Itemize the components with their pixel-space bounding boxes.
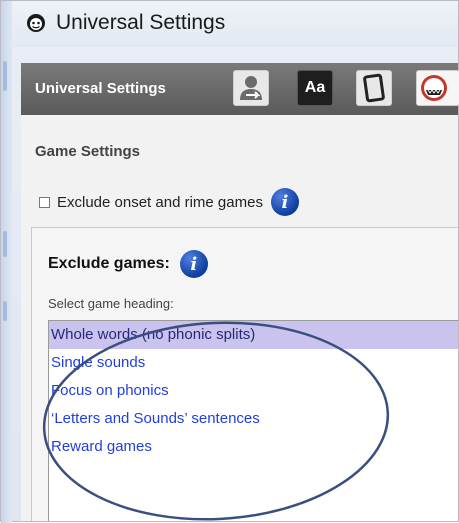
- select-game-heading-label: Select game heading:: [48, 296, 174, 311]
- tab-user-switch[interactable]: [233, 70, 269, 106]
- tab-font[interactable]: Aa: [297, 70, 333, 106]
- info-icon[interactable]: i: [270, 188, 299, 216]
- exclude-onset-checkbox[interactable]: [39, 196, 50, 208]
- tab-games[interactable]: [416, 70, 459, 106]
- tab-device[interactable]: [356, 70, 392, 106]
- settings-content: Game Settings Exclude onset and rime gam…: [21, 115, 458, 521]
- window-left-edge: [1, 1, 12, 523]
- settings-tab-bar: Universal Settings Aa: [21, 63, 459, 115]
- exclude-onset-row: Exclude onset and rime games i: [39, 187, 299, 217]
- character-face-icon: [27, 14, 45, 32]
- device-card-icon: [363, 73, 385, 103]
- exclude-games-title: Exclude games:: [48, 255, 170, 272]
- list-item[interactable]: Focus on phonics: [49, 377, 458, 405]
- game-settings-title: Game Settings: [35, 143, 141, 160]
- exclude-onset-label[interactable]: Exclude onset and rime games: [57, 194, 263, 211]
- title-bar: Universal Settings: [12, 1, 458, 47]
- tab-universal-settings[interactable]: Universal Settings: [35, 80, 166, 97]
- edge-glint: [3, 301, 7, 321]
- exclude-games-heading: Exclude games: i: [48, 250, 208, 278]
- user-switch-icon: [240, 76, 262, 100]
- list-item[interactable]: Reward games: [49, 433, 458, 461]
- font-icon: Aa: [304, 79, 326, 96]
- list-item[interactable]: Whole words (no phonic splits): [49, 321, 458, 349]
- edge-glint: [3, 61, 7, 91]
- info-icon[interactable]: i: [179, 250, 208, 278]
- settings-window: Universal Settings Universal Settings Aa: [0, 0, 459, 523]
- exclude-games-panel: Exclude games: i Select game heading: Wh…: [31, 227, 458, 521]
- game-character-icon: [421, 75, 447, 101]
- edge-glint: [3, 231, 7, 257]
- game-heading-list[interactable]: Whole words (no phonic splits) Single so…: [48, 320, 458, 521]
- list-item[interactable]: ‘Letters and Sounds’ sentences: [49, 405, 458, 433]
- list-item[interactable]: Single sounds: [49, 349, 458, 377]
- window-title: Universal Settings: [56, 11, 226, 34]
